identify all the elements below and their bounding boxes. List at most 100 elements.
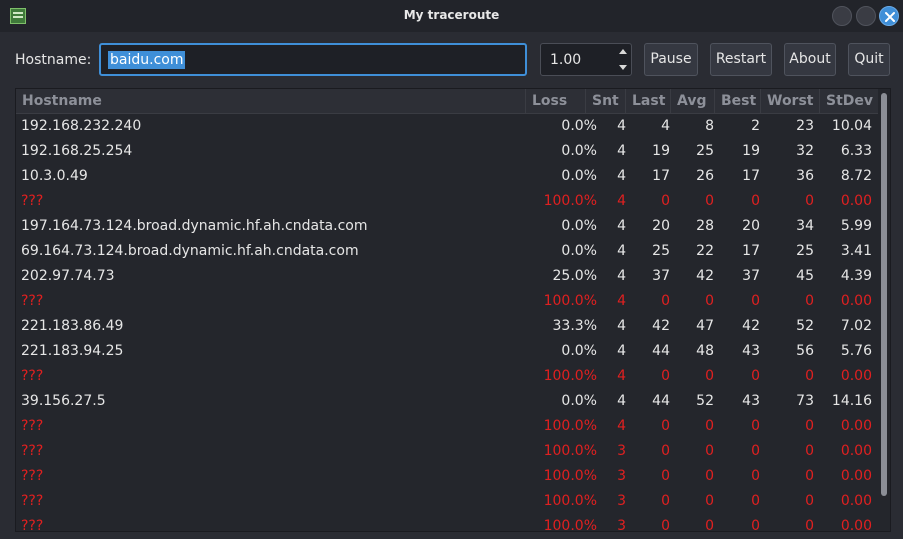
vertical-scrollbar[interactable] (878, 89, 890, 531)
cell-worst: 0 (805, 518, 814, 532)
table-row[interactable]: 202.97.74.73 25.0% 4 37 42 37 45 4.39 (16, 265, 878, 290)
cell-last: 0 (661, 293, 670, 309)
cell-stdev: 6.33 (840, 143, 872, 159)
cell-loss: 100.0% (543, 493, 597, 509)
cell-worst: 34 (796, 218, 814, 234)
cell-avg: 47 (696, 318, 714, 334)
cell-loss: 100.0% (543, 368, 597, 384)
cell-avg: 22 (696, 243, 714, 259)
cell-worst: 36 (796, 168, 814, 184)
cell-snt: 4 (617, 368, 626, 384)
cell-host: 202.97.74.73 (21, 268, 115, 284)
cell-host: ??? (21, 293, 44, 309)
cell-worst: 0 (805, 443, 814, 459)
table-row[interactable]: 10.3.0.49 0.0% 4 17 26 17 36 8.72 (16, 165, 878, 190)
table-row[interactable]: ??? 100.0% 3 0 0 0 0 0.00 (16, 515, 878, 532)
cell-best: 43 (742, 393, 760, 409)
cell-last: 0 (661, 418, 670, 434)
maximize-button[interactable] (856, 6, 876, 26)
cell-stdev: 0.00 (840, 368, 872, 384)
cell-best: 19 (742, 143, 760, 159)
column-header-hostname[interactable]: Hostname (22, 93, 102, 109)
spin-up-arrow-icon[interactable] (615, 45, 631, 60)
hostname-input[interactable]: baidu.com (99, 43, 527, 76)
table-row[interactable]: ??? 100.0% 3 0 0 0 0 0.00 (16, 440, 878, 465)
table-row[interactable]: ??? 100.0% 4 0 0 0 0 0.00 (16, 290, 878, 315)
cell-stdev: 0.00 (840, 418, 872, 434)
cell-loss: 0.0% (561, 343, 597, 359)
column-header-best[interactable]: Best (714, 89, 756, 113)
table-row[interactable]: ??? 100.0% 3 0 0 0 0 0.00 (16, 490, 878, 515)
cell-host: 221.183.86.49 (21, 318, 124, 334)
interval-value: 1.00 (550, 52, 582, 68)
table-row[interactable]: 221.183.94.25 0.0% 4 44 48 43 56 5.76 (16, 340, 878, 365)
cell-snt: 4 (617, 243, 626, 259)
table-row[interactable]: 192.168.25.254 0.0% 4 19 25 19 32 6.33 (16, 140, 878, 165)
cell-stdev: 14.16 (831, 393, 872, 409)
cell-stdev: 3.41 (840, 243, 872, 259)
title-bar: My traceroute (0, 0, 903, 32)
cell-best: 0 (751, 493, 760, 509)
cell-best: 2 (751, 118, 760, 134)
cell-last: 44 (652, 393, 670, 409)
minimize-button[interactable] (832, 6, 852, 26)
table-row[interactable]: ??? 100.0% 4 0 0 0 0 0.00 (16, 415, 878, 440)
cell-snt: 4 (617, 318, 626, 334)
scrollbar-thumb[interactable] (881, 93, 887, 496)
cell-worst: 0 (805, 468, 814, 484)
cell-worst: 25 (796, 243, 814, 259)
cell-last: 0 (661, 193, 670, 209)
cell-worst: 23 (796, 118, 814, 134)
close-button[interactable] (879, 6, 899, 26)
cell-avg: 0 (705, 418, 714, 434)
cell-stdev: 7.02 (840, 318, 872, 334)
cell-host: ??? (21, 468, 44, 484)
column-header-stdev[interactable]: StDev (819, 89, 873, 113)
interval-spinbox[interactable]: 1.00 (540, 43, 632, 76)
cell-host: 69.164.73.124.broad.dynamic.hf.ah.cndata… (21, 243, 359, 259)
cell-worst: 32 (796, 143, 814, 159)
cell-last: 42 (652, 318, 670, 334)
restart-button[interactable]: Restart (710, 43, 772, 76)
cell-last: 0 (661, 368, 670, 384)
cell-avg: 26 (696, 168, 714, 184)
table-row[interactable]: 69.164.73.124.broad.dynamic.hf.ah.cndata… (16, 240, 878, 265)
cell-worst: 56 (796, 343, 814, 359)
cell-loss: 33.3% (552, 318, 597, 334)
cell-snt: 3 (617, 493, 626, 509)
cell-loss: 0.0% (561, 143, 597, 159)
table-row[interactable]: ??? 100.0% 3 0 0 0 0 0.00 (16, 465, 878, 490)
cell-last: 0 (661, 493, 670, 509)
cell-stdev: 0.00 (840, 293, 872, 309)
cell-stdev: 10.04 (831, 118, 872, 134)
table-row[interactable]: 221.183.86.49 33.3% 4 42 47 42 52 7.02 (16, 315, 878, 340)
cell-stdev: 0.00 (840, 443, 872, 459)
table-row[interactable]: 192.168.232.240 0.0% 4 4 8 2 23 10.04 (16, 115, 878, 140)
cell-best: 0 (751, 368, 760, 384)
table-row[interactable]: 197.164.73.124.broad.dynamic.hf.ah.cndat… (16, 215, 878, 240)
cell-loss: 100.0% (543, 293, 597, 309)
cell-best: 37 (742, 268, 760, 284)
table-header: Hostname Loss Snt Last Avg Best Worst St… (16, 89, 878, 114)
pause-button[interactable]: Pause (644, 43, 698, 76)
cell-host: ??? (21, 493, 44, 509)
cell-loss: 0.0% (561, 393, 597, 409)
column-header-last[interactable]: Last (625, 89, 665, 113)
cell-avg: 48 (696, 343, 714, 359)
quit-button[interactable]: Quit (848, 43, 890, 76)
column-header-snt[interactable]: Snt (585, 89, 619, 113)
spin-down-arrow-icon[interactable] (615, 60, 631, 75)
hostname-input-value: baidu.com (108, 51, 186, 69)
table-row[interactable]: ??? 100.0% 4 0 0 0 0 0.00 (16, 190, 878, 215)
table-row[interactable]: ??? 100.0% 4 0 0 0 0 0.00 (16, 365, 878, 390)
column-header-avg[interactable]: Avg (670, 89, 706, 113)
cell-host: ??? (21, 518, 44, 532)
cell-loss: 25.0% (552, 268, 597, 284)
column-header-worst[interactable]: Worst (760, 89, 814, 113)
about-button[interactable]: About (784, 43, 836, 76)
table-row[interactable]: 39.156.27.5 0.0% 4 44 52 43 73 14.16 (16, 390, 878, 415)
cell-host: ??? (21, 418, 44, 434)
column-header-loss[interactable]: Loss (525, 89, 567, 113)
cell-avg: 8 (705, 118, 714, 134)
cell-worst: 0 (805, 493, 814, 509)
